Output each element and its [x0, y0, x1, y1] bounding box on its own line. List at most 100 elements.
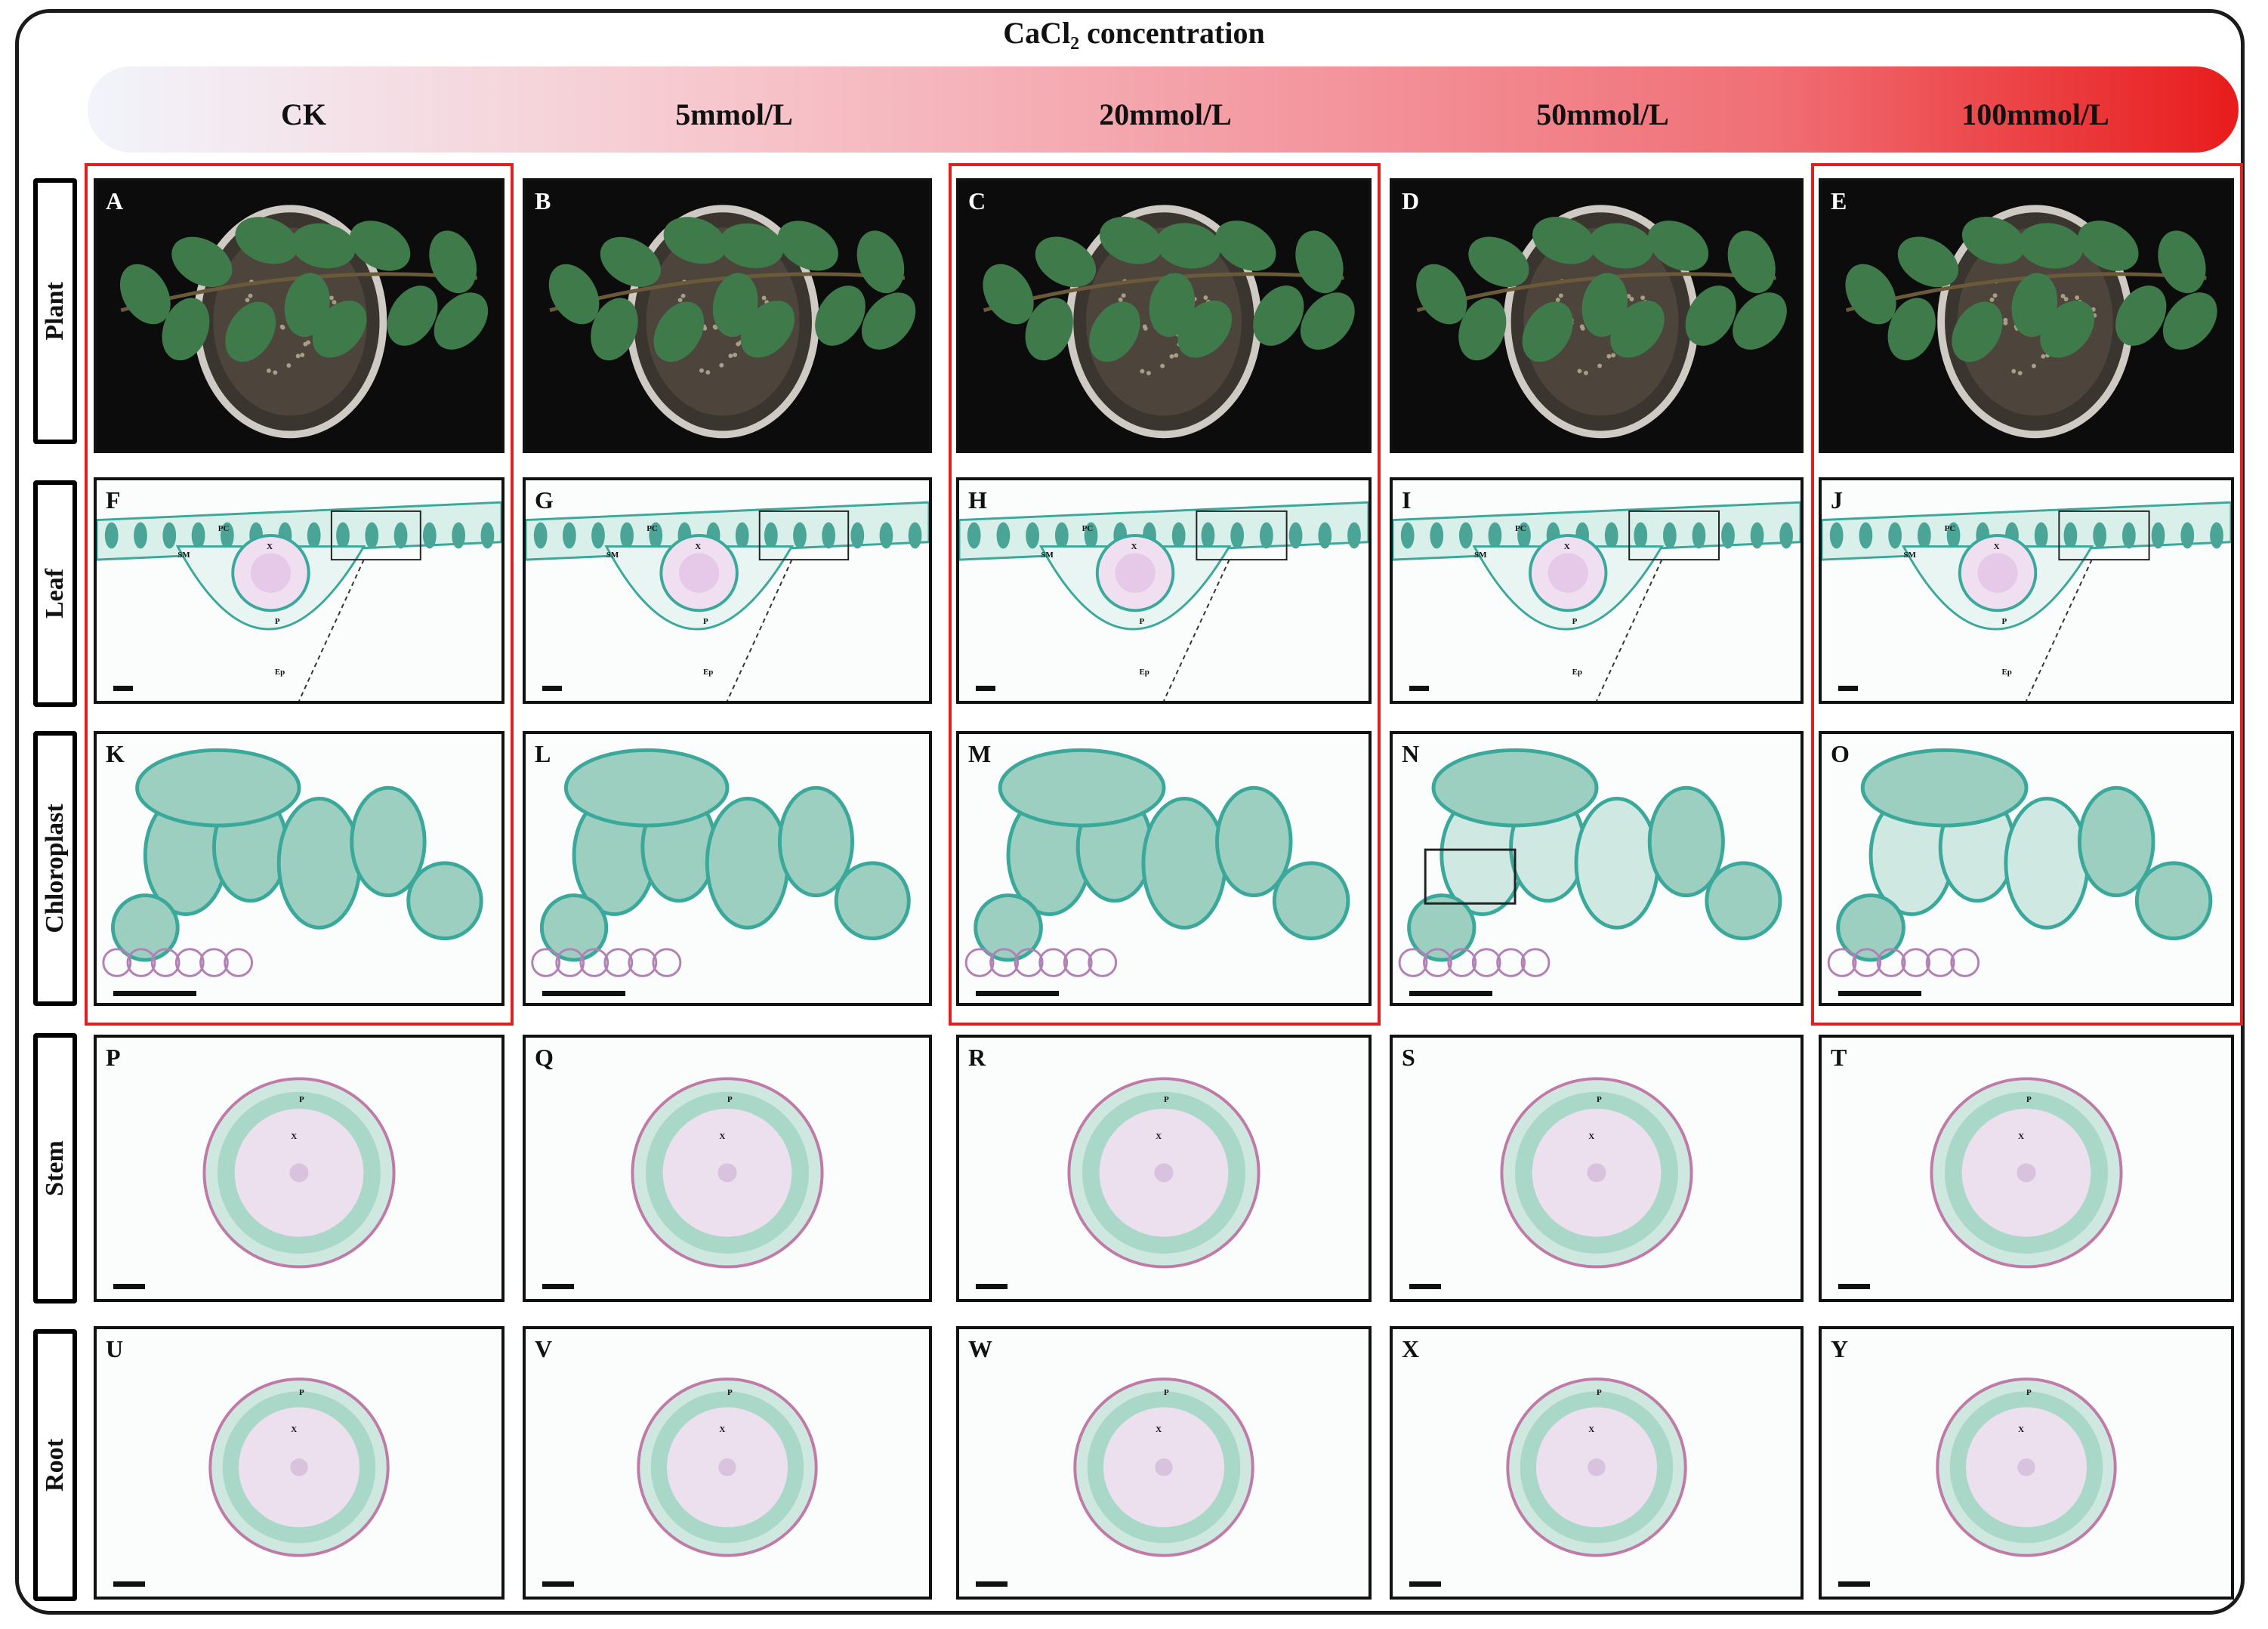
tissue-label-x: X: [1156, 1425, 1162, 1435]
tissue-label-x: X: [695, 541, 702, 551]
plant-panel-letter: E: [1831, 187, 1847, 214]
tissue-label-p: P: [2001, 617, 2007, 627]
stem-panel-letter: S: [1402, 1044, 1415, 1071]
plant-panel: B: [523, 178, 932, 453]
scale-bar: [113, 991, 196, 996]
scale-bar: [542, 1284, 574, 1289]
tissue-label-x: X: [1131, 541, 1137, 551]
row-label-plant: Plant: [33, 178, 77, 444]
stem-panel-letter: R: [968, 1044, 986, 1071]
leaf-panel-letter: H: [968, 486, 987, 514]
tissue-label-sm: SM: [1474, 551, 1487, 560]
tissue-label-p: P: [1597, 1095, 1602, 1105]
leaf-panel: H PC SM X P Ep: [956, 477, 1372, 704]
leaf-panel: J PC SM X P Ep: [1819, 477, 2234, 704]
tissue-label-sm: SM: [606, 551, 619, 560]
row-label-root: Root: [33, 1329, 77, 1601]
leaf-panel: G PC SM X P Ep: [523, 477, 932, 704]
plant-panel-letter: C: [968, 187, 986, 214]
scale-bar: [976, 1284, 1007, 1289]
root-panel-letter: X: [1402, 1335, 1420, 1362]
root-panel-letter: W: [968, 1335, 992, 1362]
tissue-label-x: X: [719, 1425, 726, 1435]
chloroplast-panel: M: [956, 731, 1372, 1006]
concentration-label-ck: CK: [281, 97, 326, 131]
plant-panel-letter: B: [535, 187, 551, 214]
scale-bar: [113, 1581, 145, 1587]
tissue-label-x: X: [2018, 1425, 2025, 1435]
scale-bar: [1838, 991, 1921, 996]
chloroplast-panel-letter: L: [535, 740, 551, 767]
plant-panel: D: [1390, 178, 1804, 453]
scale-bar: [542, 991, 625, 996]
leaf-panel-letter: F: [106, 486, 121, 514]
row-label-leaf: Leaf: [33, 480, 77, 707]
root-panel-letter: U: [106, 1335, 124, 1362]
chloroplast-panel: O: [1819, 731, 2234, 1006]
tissue-label-pc: PC: [646, 524, 658, 534]
root-panel-letter: Y: [1831, 1335, 1849, 1362]
chloroplast-panel-letter: O: [1831, 740, 1850, 767]
leaf-panel-letter: I: [1402, 486, 1412, 514]
plant-panel: C: [956, 178, 1372, 453]
tissue-label-p: P: [274, 617, 280, 627]
tissue-label-p: P: [727, 1387, 733, 1397]
stem-panel: R P X: [956, 1035, 1372, 1302]
concentration-label-100: 100mmol/L: [1961, 97, 2109, 131]
plant-panel-letter: A: [106, 187, 124, 214]
tissue-label-ep: Ep: [2001, 668, 2012, 677]
tissue-label-x: X: [2018, 1131, 2025, 1141]
scale-bar: [542, 686, 562, 691]
tissue-label-p: P: [1572, 617, 1578, 627]
root-panel: X P X: [1390, 1326, 1804, 1600]
scale-bar: [113, 686, 133, 691]
tissue-label-x: X: [1563, 541, 1570, 551]
tissue-label-ep: Ep: [702, 668, 714, 677]
leaf-panel: F PC SM X P Ep: [94, 477, 505, 704]
stem-panel: T P X: [1819, 1035, 2234, 1302]
concentration-label-50: 50mmol/L: [1536, 97, 1669, 131]
tissue-label-x: X: [1588, 1131, 1595, 1141]
tissue-label-pc: PC: [1944, 524, 1956, 534]
tissue-label-p: P: [727, 1095, 733, 1105]
stem-panel: Q P X: [523, 1035, 932, 1302]
scale-bar: [542, 1581, 574, 1587]
stem-panel-letter: Q: [535, 1044, 554, 1071]
tissue-label-p: P: [2026, 1095, 2032, 1105]
tissue-label-p: P: [1597, 1387, 1602, 1397]
chloroplast-panel: K: [94, 731, 505, 1006]
tissue-label-sm: SM: [177, 551, 190, 560]
tissue-label-p: P: [1139, 617, 1145, 627]
tissue-label-x: X: [1588, 1425, 1595, 1435]
plant-panel: A: [94, 178, 505, 453]
tissue-label-pc: PC: [1082, 524, 1094, 534]
tissue-label-ep: Ep: [1572, 668, 1583, 677]
scale-bar: [1838, 686, 1858, 691]
chloroplast-panel: N: [1390, 731, 1804, 1006]
root-panel: V P X: [523, 1326, 932, 1600]
scale-bar: [1838, 1284, 1870, 1289]
chloroplast-panel-letter: N: [1402, 740, 1420, 767]
scale-bar: [1409, 1284, 1441, 1289]
tissue-label-p: P: [1164, 1387, 1169, 1397]
tissue-label-ep: Ep: [1139, 668, 1149, 677]
scale-bar: [976, 991, 1059, 996]
scale-bar: [976, 1581, 1007, 1587]
scale-bar: [113, 1284, 145, 1289]
stem-panel: P P X: [94, 1035, 505, 1302]
leaf-panel-letter: G: [535, 486, 554, 514]
plant-panel-letter: D: [1402, 187, 1420, 214]
tissue-label-x: X: [1993, 541, 2000, 551]
tissue-label-p: P: [702, 617, 708, 627]
figure-title: CaCl₂ concentration: [1003, 16, 1265, 50]
tissue-label-x: X: [1156, 1131, 1162, 1141]
scale-bar: [1838, 1581, 1870, 1587]
root-panel-letter: V: [535, 1335, 553, 1362]
tissue-label-ep: Ep: [274, 668, 285, 677]
row-label-stem: Stem: [33, 1033, 77, 1304]
chloroplast-panel: L: [523, 731, 932, 1006]
tissue-label-p: P: [299, 1387, 304, 1397]
concentration-label-5: 5mmol/L: [675, 97, 793, 131]
stem-panel-letter: T: [1831, 1044, 1847, 1071]
tissue-label-sm: SM: [1041, 551, 1054, 560]
